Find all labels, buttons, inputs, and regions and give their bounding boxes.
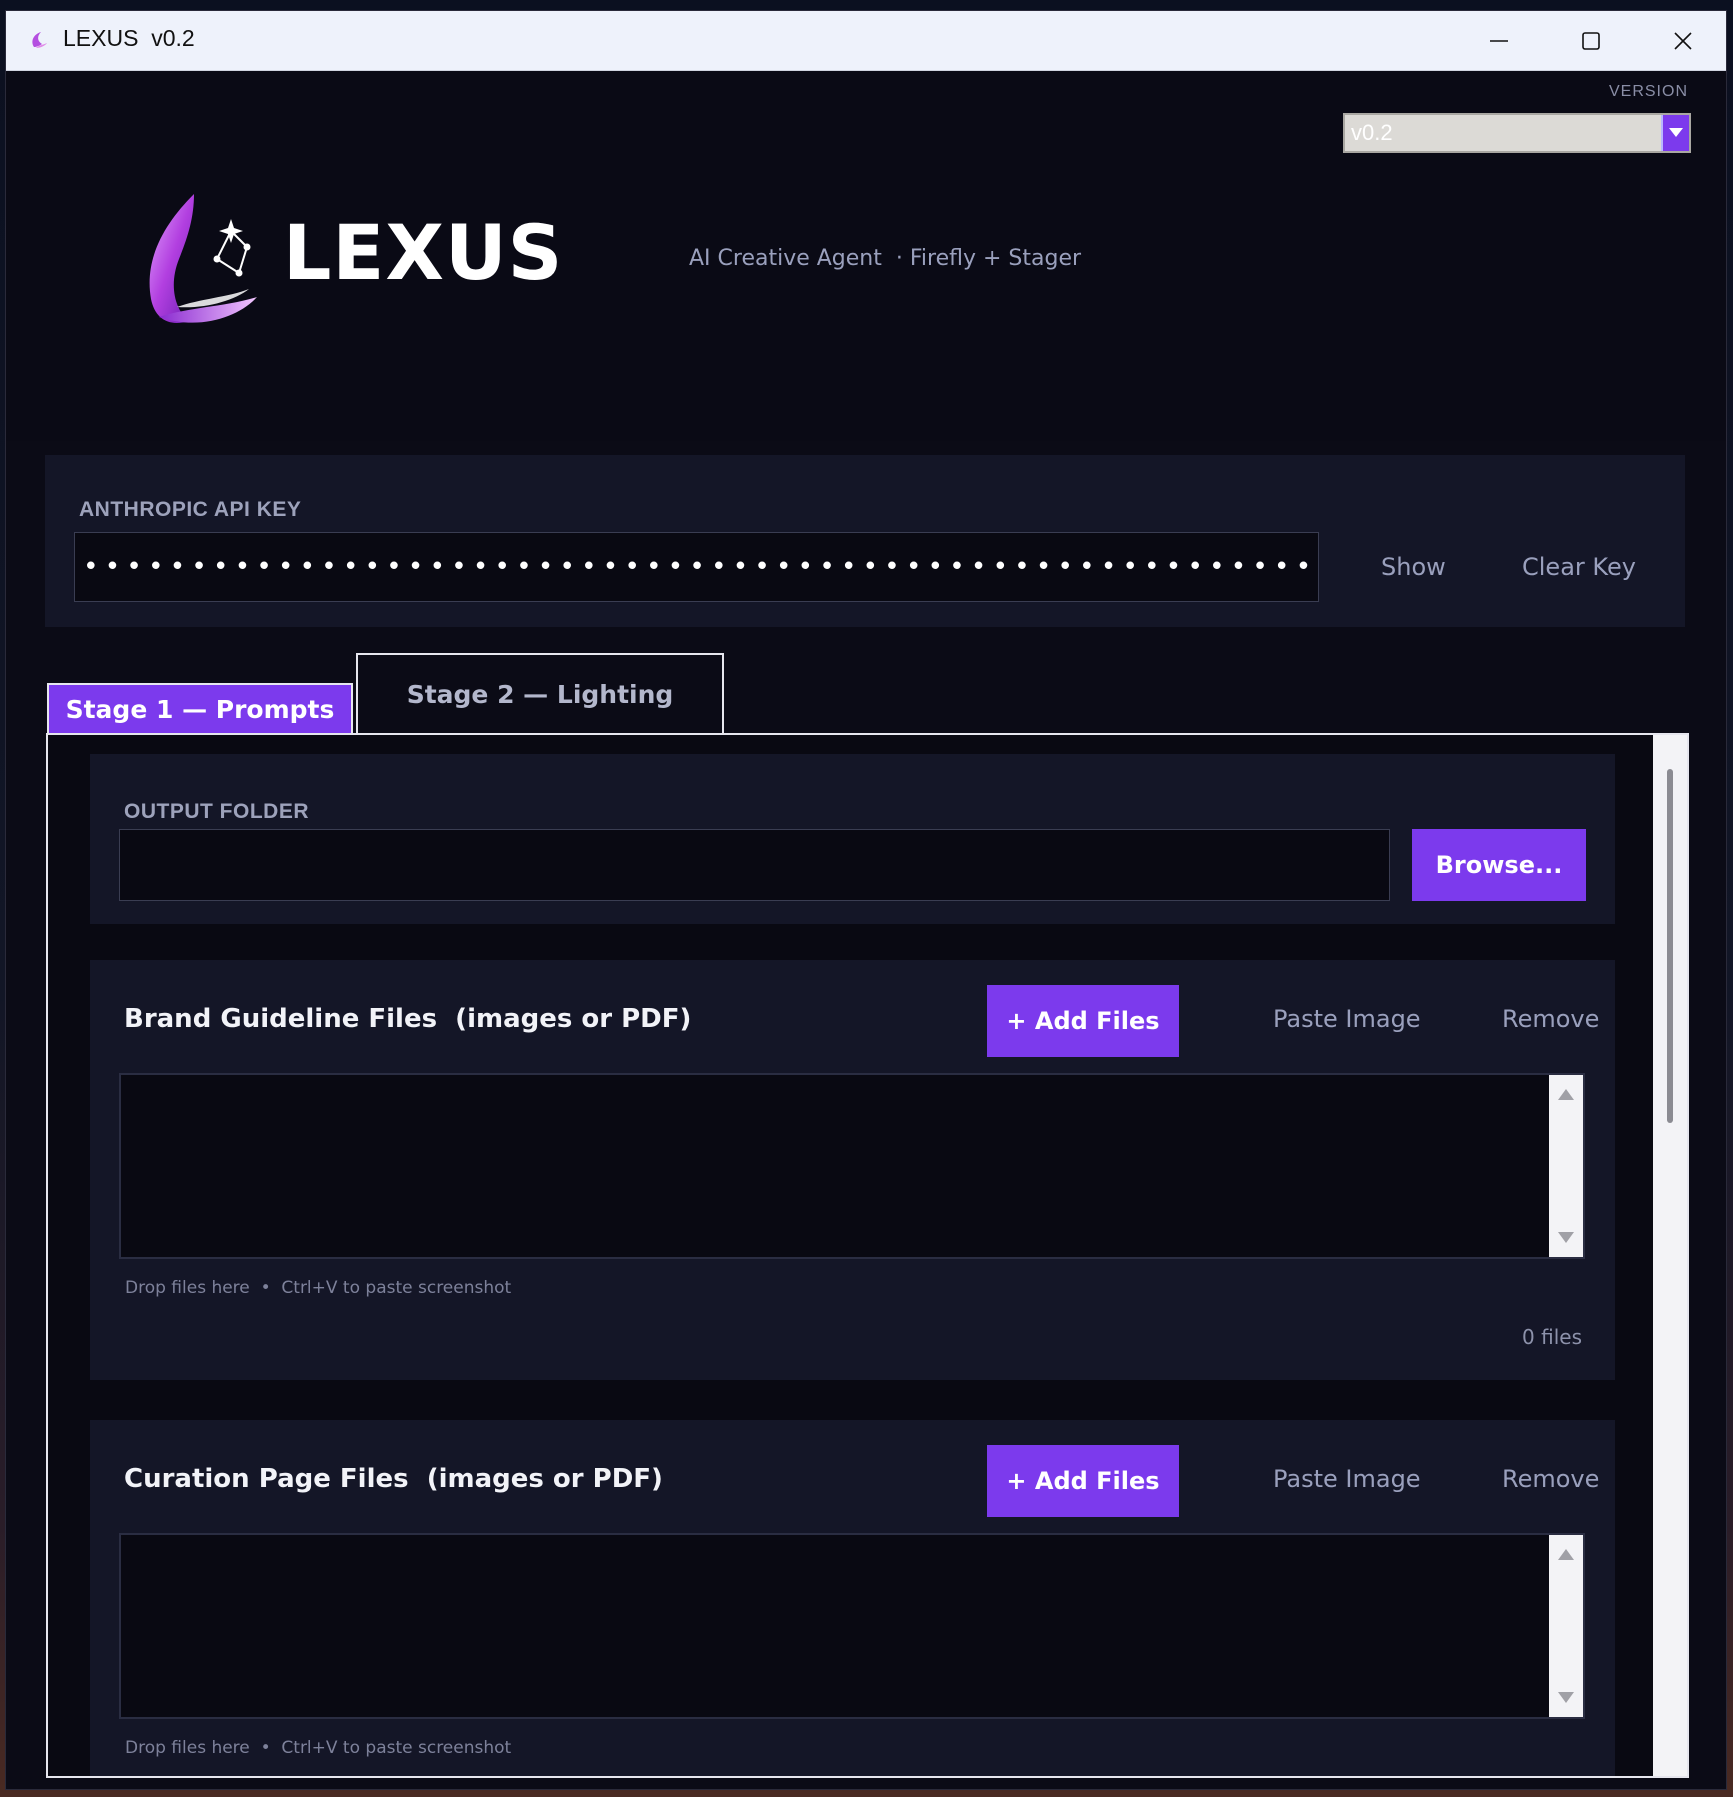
lexus-logo — [149, 194, 257, 323]
brand-paste-image-button[interactable]: Paste Image — [1267, 1004, 1427, 1034]
output-folder-card: OUTPUT FOLDER Browse... — [90, 754, 1615, 924]
tab-content-panel: OUTPUT FOLDER Browse... Brand Guideline … — [46, 733, 1689, 1778]
brand-guideline-card: Brand Guideline Files (images or PDF) + … — [90, 960, 1615, 1380]
minimize-button[interactable] — [1453, 11, 1545, 70]
output-folder-input[interactable] — [119, 829, 1390, 901]
curation-paste-image-button[interactable]: Paste Image — [1267, 1464, 1427, 1494]
browse-button[interactable]: Browse... — [1412, 829, 1586, 901]
scroll-down-icon[interactable] — [1558, 1232, 1574, 1243]
api-key-panel: ANTHROPIC API KEY ••••••••••••••••••••••… — [45, 455, 1685, 627]
brand-list-scrollbar[interactable] — [1549, 1075, 1583, 1257]
curation-page-card: Curation Page Files (images or PDF) + Ad… — [90, 1420, 1615, 1776]
brand-add-files-button[interactable]: + Add Files — [987, 985, 1179, 1057]
maximize-button[interactable] — [1545, 11, 1637, 70]
output-folder-label: OUTPUT FOLDER — [124, 800, 309, 823]
brand-file-list[interactable] — [119, 1073, 1585, 1259]
show-key-button[interactable]: Show — [1375, 552, 1452, 582]
api-key-label: ANTHROPIC API KEY — [79, 498, 302, 521]
version-label: VERSION — [1608, 83, 1688, 100]
tab-stage-1-prompts[interactable]: Stage 1 — Prompts — [47, 683, 353, 733]
close-button[interactable] — [1637, 11, 1726, 70]
scroll-down-icon[interactable] — [1558, 1692, 1574, 1703]
curation-drop-hint: Drop files here • Ctrl+V to paste screen… — [125, 1738, 512, 1758]
brand-file-count: 0 files — [1522, 1325, 1582, 1349]
clear-key-button[interactable]: Clear Key — [1516, 552, 1642, 582]
title-bar: LEXUS v0.2 — [6, 11, 1726, 71]
curation-add-files-button[interactable]: + Add Files — [987, 1445, 1179, 1517]
maximize-icon — [1582, 31, 1600, 50]
version-select[interactable]: v0.2 — [1343, 113, 1691, 153]
app-logo-icon — [32, 32, 47, 48]
curation-list-scrollbar[interactable] — [1549, 1535, 1583, 1717]
brand-name: LEXUS — [283, 208, 564, 297]
tagline: AI Creative Agent · Firefly + Stager — [689, 246, 1082, 271]
window-title: LEXUS v0.2 — [63, 25, 195, 51]
curation-remove-button[interactable]: Remove — [1496, 1464, 1605, 1494]
version-selected-value: v0.2 — [1351, 120, 1393, 145]
content-scrollbar[interactable] — [1653, 735, 1687, 1776]
app-window: LEXUS v0.2 VERSION v0.2 LEXUS AI Creativ… — [5, 10, 1727, 1790]
scroll-up-icon[interactable] — [1558, 1089, 1574, 1100]
brand-remove-button[interactable]: Remove — [1496, 1004, 1605, 1034]
brand-guideline-title: Brand Guideline Files (images or PDF) — [124, 1004, 692, 1034]
api-key-input[interactable]: ••••••••••••••••••••••••••••••••••••••••… — [74, 532, 1319, 602]
curation-file-list[interactable] — [119, 1533, 1585, 1719]
app-header: VERSION v0.2 LEXUS AI Creative Agent · F… — [6, 71, 1726, 441]
scroll-up-icon[interactable] — [1558, 1549, 1574, 1560]
curation-page-title: Curation Page Files (images or PDF) — [124, 1464, 663, 1494]
dropdown-arrow-icon[interactable] — [1661, 115, 1689, 151]
scrollbar-thumb[interactable] — [1667, 769, 1673, 1123]
close-icon — [1674, 31, 1692, 50]
tab-stage-2-lighting[interactable]: Stage 2 — Lighting — [356, 653, 724, 733]
brand-drop-hint: Drop files here • Ctrl+V to paste screen… — [125, 1278, 512, 1298]
minimize-icon — [1490, 39, 1508, 42]
